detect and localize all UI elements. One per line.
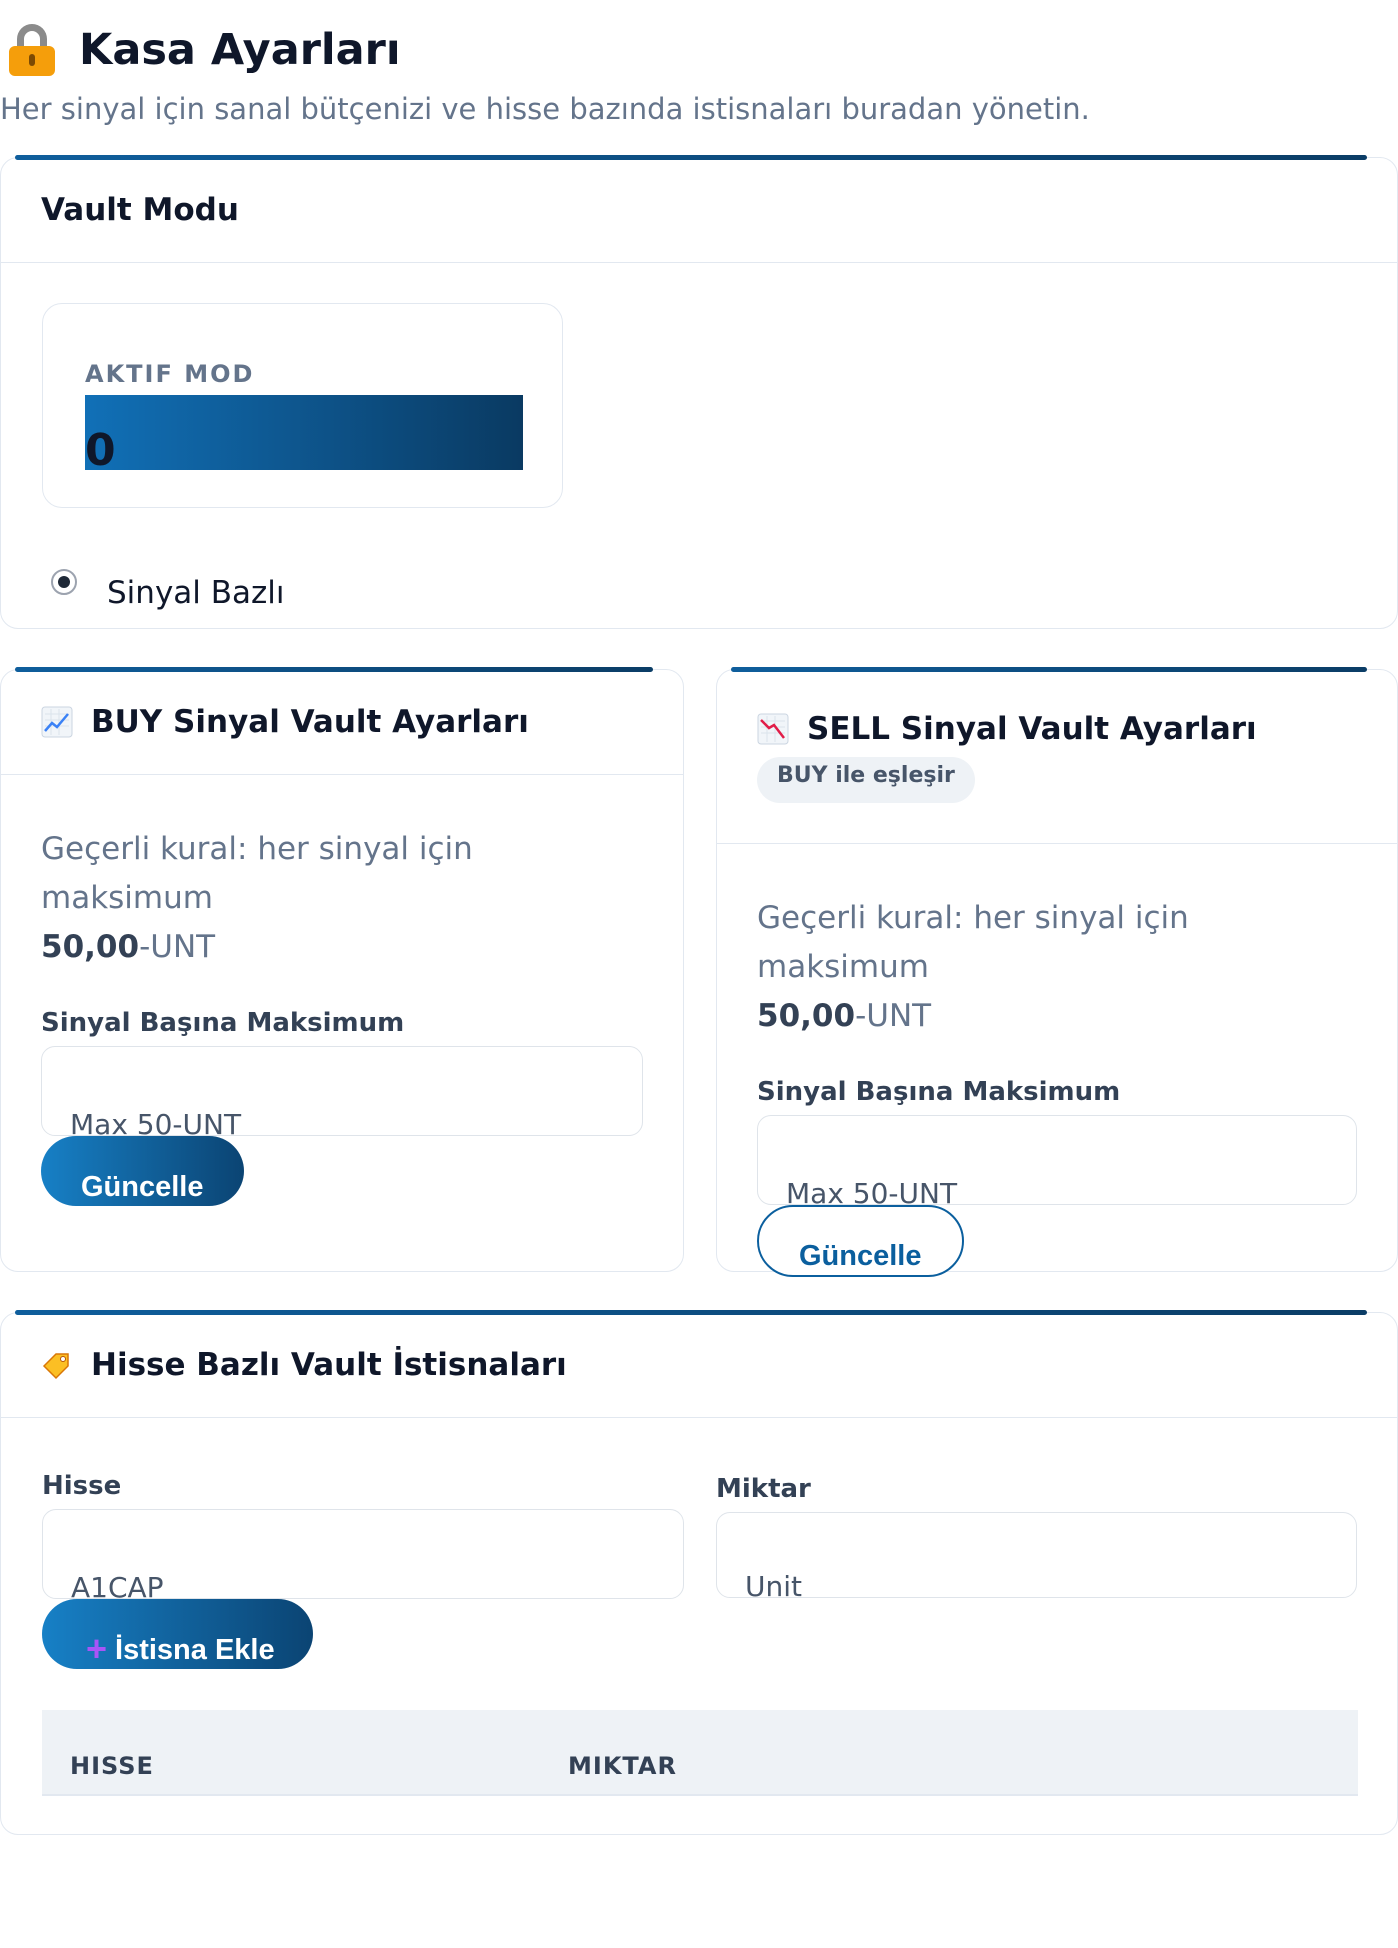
page-title: Kasa Ayarları [0,18,1398,82]
sell-vault-title-text: SELL Sinyal Vault Ayarları [807,710,1257,747]
sell-max-label: Sinyal Başına Maksimum [757,1077,1121,1107]
exceptions-header: Hisse Bazlı Vault İstisnaları [1,1313,1397,1418]
amount-input[interactable]: Unit [716,1512,1357,1598]
chart-decreasing-icon [757,713,789,744]
buy-vault-title-text: BUY Sinyal Vault Ayarları [91,704,529,740]
page-header: Kasa Ayarları Her sinyal için sanal bütç… [0,18,1398,126]
page-subtitle: Her sinyal için sanal bütçenizi ve hisse… [0,92,1090,126]
amount-field: Miktar Unit [716,1474,1357,1598]
page-title-text: Kasa Ayarları [79,25,401,75]
label-tag-icon [42,1353,69,1380]
stock-label: Hisse [42,1471,122,1501]
column-amount: MIKTAR [568,1752,677,1780]
add-exception-label: İstisna Ekle [115,1634,275,1666]
sell-vault-body: Geçerli kural: her sinyal için maksimum … [717,894,1397,1277]
active-mode-label: AKTIF MOD [85,360,255,388]
chart-increasing-icon [41,706,73,738]
vault-mode-card: Vault Modu AKTIF MOD 0 Sinyal Bazlı [0,155,1398,629]
signal-based-radio[interactable] [51,569,77,595]
sell-vault-title: SELL Sinyal Vault Ayarları [757,711,1397,747]
plus-icon: + [86,1628,108,1669]
buy-max-placeholder: Max 50-UNT [70,1108,242,1136]
exceptions-title: Hisse Bazlı Vault İstisnaları [41,1347,1397,1383]
active-mode-box: AKTIF MOD 0 [42,303,563,508]
buy-vault-header: BUY Sinyal Vault Ayarları [1,670,683,775]
signal-based-label: Sinyal Bazlı [107,575,285,611]
active-mode-value: 0 [85,425,116,476]
buy-update-button[interactable]: Güncelle [41,1136,244,1206]
amount-label: Miktar [716,1474,811,1504]
vault-mode-header: Vault Modu [1,158,1397,263]
exceptions-title-text: Hisse Bazlı Vault İstisnaları [91,1347,567,1383]
active-mode-bar: 0 [85,395,523,476]
exceptions-card: Hisse Bazlı Vault İstisnaları Hisse A1CA… [0,1310,1398,1835]
buy-rule-amount: 50,00 [41,929,140,965]
buy-vault-card: BUY Sinyal Vault Ayarları Geçerli kural:… [0,667,684,1272]
sell-vault-header: SELL Sinyal Vault Ayarları BUY ile eşleş… [717,670,1397,844]
column-stock: HISSE [70,1752,154,1780]
match-badge: BUY ile eşleşir [757,756,975,803]
buy-max-input[interactable]: Max 50-UNT [41,1046,643,1136]
sell-rule-unit: -UNT [855,998,932,1034]
vault-mode-title: Vault Modu [41,192,239,228]
buy-max-label: Sinyal Başına Maksimum [41,1008,405,1038]
sell-rule-amount: 50,00 [757,998,856,1034]
stock-placeholder: A1CAP [71,1571,164,1599]
sell-update-button[interactable]: Güncelle [757,1205,964,1277]
buy-rule-text: Geçerli kural: her sinyal için maksimum … [41,825,643,972]
sell-max-placeholder: Max 50-UNT [786,1177,958,1205]
lock-icon [9,24,55,76]
buy-rule-unit: -UNT [139,929,216,965]
exceptions-table-header: HISSE MIKTAR [42,1710,1358,1796]
signal-based-option[interactable]: Sinyal Bazlı [51,553,285,611]
amount-placeholder: Unit [745,1570,802,1598]
sell-rule-prefix: Geçerli kural: her sinyal için maksimum [757,900,1189,985]
buy-vault-title: BUY Sinyal Vault Ayarları [41,704,683,740]
sell-max-input[interactable]: Max 50-UNT [757,1115,1357,1205]
stock-input[interactable]: A1CAP [42,1509,684,1599]
stock-field: Hisse A1CAP + İstisna Ekle [42,1471,684,1669]
sell-vault-card: SELL Sinyal Vault Ayarları BUY ile eşleş… [716,667,1398,1277]
buy-vault-body: Geçerli kural: her sinyal için maksimum … [1,825,683,1206]
buy-rule-prefix: Geçerli kural: her sinyal için maksimum [41,831,473,916]
add-exception-button[interactable]: + İstisna Ekle [42,1599,313,1669]
sell-rule-text: Geçerli kural: her sinyal için maksimum … [757,894,1357,1041]
